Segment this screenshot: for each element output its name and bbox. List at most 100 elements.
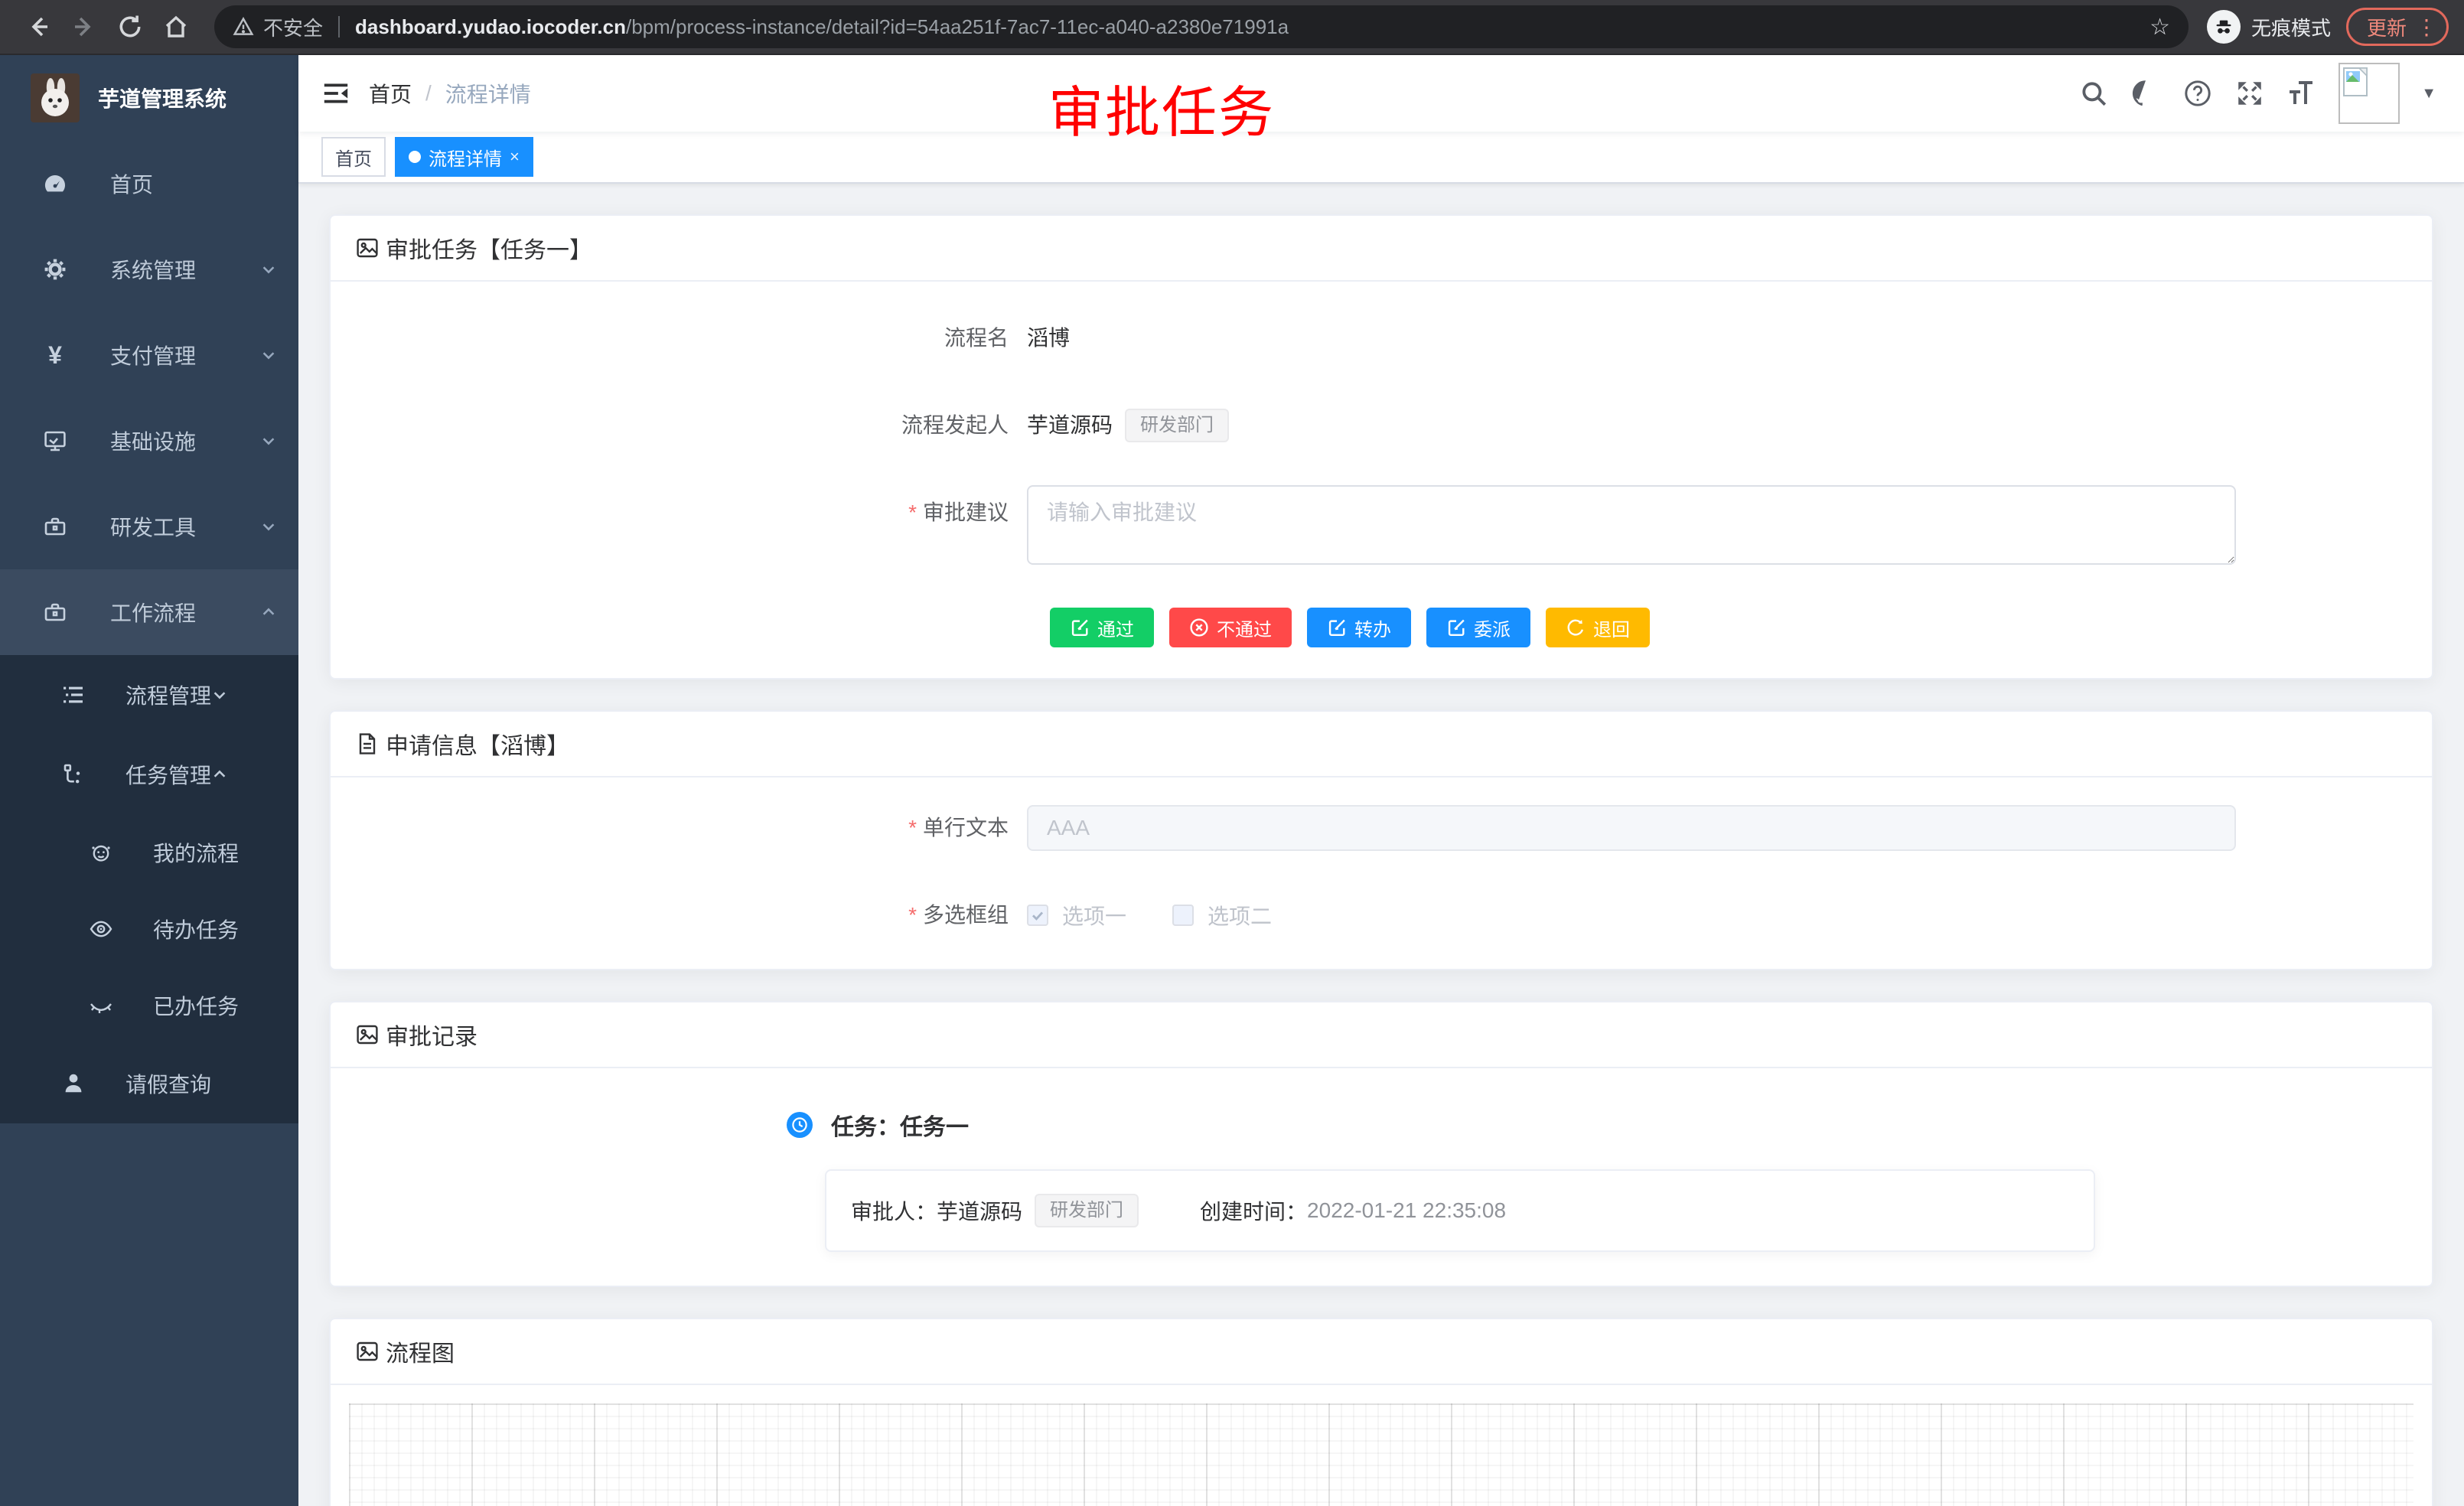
sidebar-item-home[interactable]: 首页 bbox=[0, 141, 298, 227]
delegate-button[interactable]: 委派 bbox=[1426, 608, 1530, 647]
sidebar: 芋道管理系统 首页 系统管理 ¥ 支付管理 bbox=[0, 55, 298, 1506]
chevron-down-icon bbox=[260, 347, 277, 363]
sidebar-item-done-tasks[interactable]: 已办任务 bbox=[0, 967, 298, 1044]
active-dot bbox=[409, 151, 421, 163]
breadcrumb: 首页 / 流程详情 bbox=[369, 78, 531, 109]
app-logo bbox=[31, 73, 80, 122]
approve-button[interactable]: 通过 bbox=[1050, 608, 1154, 647]
chevron-up-icon bbox=[211, 766, 228, 783]
eye-icon bbox=[89, 917, 113, 941]
record-detail-card: 审批人： 芋道源码 研发部门 创建时间： 2022-01-21 22:35:08 bbox=[825, 1169, 2095, 1252]
sidebar-item-my-process[interactable]: 我的流程 bbox=[0, 814, 298, 891]
required-mark: * bbox=[908, 500, 917, 524]
sidebar-item-label: 已办任务 bbox=[153, 990, 239, 1021]
sidebar-item-system[interactable]: 系统管理 bbox=[0, 227, 298, 312]
card-header: 流程图 bbox=[331, 1319, 2432, 1385]
sidebar-item-process-mgmt[interactable]: 流程管理 bbox=[0, 655, 298, 735]
breadcrumb-home[interactable]: 首页 bbox=[369, 78, 412, 109]
warning-icon bbox=[233, 16, 254, 37]
font-size-icon[interactable] bbox=[2286, 78, 2317, 109]
briefcase-icon bbox=[43, 514, 67, 539]
task-title: 任务：任务一 bbox=[831, 1108, 969, 1142]
gear-icon bbox=[43, 257, 67, 282]
chevron-down-icon bbox=[260, 432, 277, 449]
app-title: 芋道管理系统 bbox=[98, 83, 227, 113]
process-diagram-card: 流程图 bbox=[329, 1318, 2433, 1506]
sidebar-item-devtools[interactable]: 研发工具 bbox=[0, 484, 298, 569]
dashboard-icon bbox=[43, 171, 67, 196]
navbar-actions: ▼ bbox=[2078, 63, 2464, 124]
document-icon bbox=[355, 732, 380, 756]
apply-info-card: 申请信息【滔博】 *单行文本 *多选框组 bbox=[329, 710, 2433, 970]
field-label: *审批建议 bbox=[361, 485, 1027, 528]
url-path: /bpm/process-instance/detail?id=54aa251f… bbox=[626, 15, 1289, 38]
checkbox-unchecked-icon bbox=[1172, 905, 1194, 926]
help-icon[interactable] bbox=[2182, 78, 2213, 109]
reload-icon[interactable] bbox=[107, 4, 153, 50]
picture-icon bbox=[355, 1022, 380, 1047]
card-header: 审批任务【任务一】 bbox=[331, 216, 2432, 282]
github-icon[interactable] bbox=[2130, 78, 2161, 109]
breadcrumb-separator: / bbox=[425, 81, 432, 106]
field-label: *单行文本 bbox=[361, 805, 1027, 851]
search-icon[interactable] bbox=[2078, 78, 2109, 109]
avatar-broken-image[interactable] bbox=[2339, 63, 2400, 124]
sidebar-item-leave-query[interactable]: 请假查询 bbox=[0, 1044, 298, 1123]
security-label: 不安全 bbox=[263, 13, 323, 41]
monitor-icon bbox=[43, 429, 67, 453]
transfer-button[interactable]: 转办 bbox=[1307, 608, 1411, 647]
list-icon bbox=[61, 683, 86, 707]
sidebar-item-task-mgmt[interactable]: 任务管理 bbox=[0, 735, 298, 814]
url-bar[interactable]: 不安全 dashboard.yudao.iocoder.cn/bpm/proce… bbox=[214, 5, 2189, 48]
card-title: 审批任务【任务一】 bbox=[386, 231, 592, 265]
checkbox-checked-icon bbox=[1027, 905, 1048, 926]
sidebar-item-label: 基础设施 bbox=[110, 425, 260, 456]
tab-process-detail[interactable]: 流程详情 × bbox=[395, 137, 533, 177]
update-button[interactable]: 更新 ⋮ bbox=[2346, 8, 2449, 46]
close-icon[interactable]: × bbox=[510, 147, 520, 167]
home-icon[interactable] bbox=[153, 4, 199, 50]
security-chip[interactable]: 不安全 bbox=[233, 13, 323, 41]
bookmark-star-icon[interactable]: ☆ bbox=[2149, 14, 2170, 41]
incognito-badge: 无痕模式 bbox=[2207, 10, 2331, 44]
yen-icon: ¥ bbox=[43, 343, 67, 367]
checkbox-option2: 选项二 bbox=[1172, 900, 1272, 931]
sidebar-item-todo-tasks[interactable]: 待办任务 bbox=[0, 891, 298, 967]
fullscreen-icon[interactable] bbox=[2234, 78, 2265, 109]
chevron-down-icon bbox=[260, 261, 277, 278]
tab-home[interactable]: 首页 bbox=[321, 137, 386, 177]
caret-down-icon[interactable]: ▼ bbox=[2421, 85, 2436, 103]
forward-icon[interactable] bbox=[61, 4, 107, 50]
timeline-item: 任务：任务一 bbox=[787, 1108, 2401, 1142]
card-body: 流程名 滔博 流程发起人 芋道源码 研发部门 *审批建议 bbox=[331, 282, 2432, 678]
approve-task-card: 审批任务【任务一】 流程名 滔博 流程发起人 芋道源码 研发部门 bbox=[329, 214, 2433, 680]
update-label: 更新 bbox=[2367, 13, 2407, 41]
dept-tag: 研发部门 bbox=[1035, 1194, 1139, 1227]
return-button[interactable]: 退回 bbox=[1546, 608, 1650, 647]
briefcase-icon bbox=[43, 600, 67, 624]
field-label: 流程名 bbox=[361, 315, 1027, 361]
edit-icon bbox=[1446, 618, 1466, 637]
reject-button[interactable]: 不通过 bbox=[1169, 608, 1292, 647]
tags-view-bar: 首页 流程详情 × bbox=[298, 132, 2464, 184]
approver-label: 审批人： bbox=[851, 1195, 937, 1226]
process-name-value: 滔博 bbox=[1027, 315, 1070, 361]
sidebar-item-label: 我的流程 bbox=[153, 837, 239, 868]
bpmn-canvas[interactable] bbox=[349, 1403, 2413, 1506]
sidebar-logo-row[interactable]: 芋道管理系统 bbox=[0, 55, 298, 141]
sidebar-item-workflow[interactable]: 工作流程 bbox=[0, 569, 298, 655]
created-label: 创建时间： bbox=[1200, 1195, 1307, 1226]
field-label: *多选框组 bbox=[361, 892, 1027, 938]
sidebar-item-payment[interactable]: ¥ 支付管理 bbox=[0, 312, 298, 398]
back-icon[interactable] bbox=[15, 4, 61, 50]
sidebar-item-label: 待办任务 bbox=[153, 914, 239, 944]
single-line-text-input bbox=[1027, 805, 2236, 851]
form-row-checkbox: *多选框组 选项一 选项二 bbox=[361, 892, 2401, 938]
checkbox-label: 选项二 bbox=[1208, 900, 1272, 931]
action-buttons: 通过 不通过 转办 委 bbox=[1050, 608, 2401, 647]
card-title: 流程图 bbox=[386, 1335, 455, 1368]
opinion-textarea[interactable] bbox=[1027, 485, 2236, 565]
sidebar-fold-icon[interactable] bbox=[298, 55, 369, 132]
sidebar-item-infra[interactable]: 基础设施 bbox=[0, 398, 298, 484]
kebab-menu-icon[interactable]: ⋮ bbox=[2416, 15, 2437, 40]
